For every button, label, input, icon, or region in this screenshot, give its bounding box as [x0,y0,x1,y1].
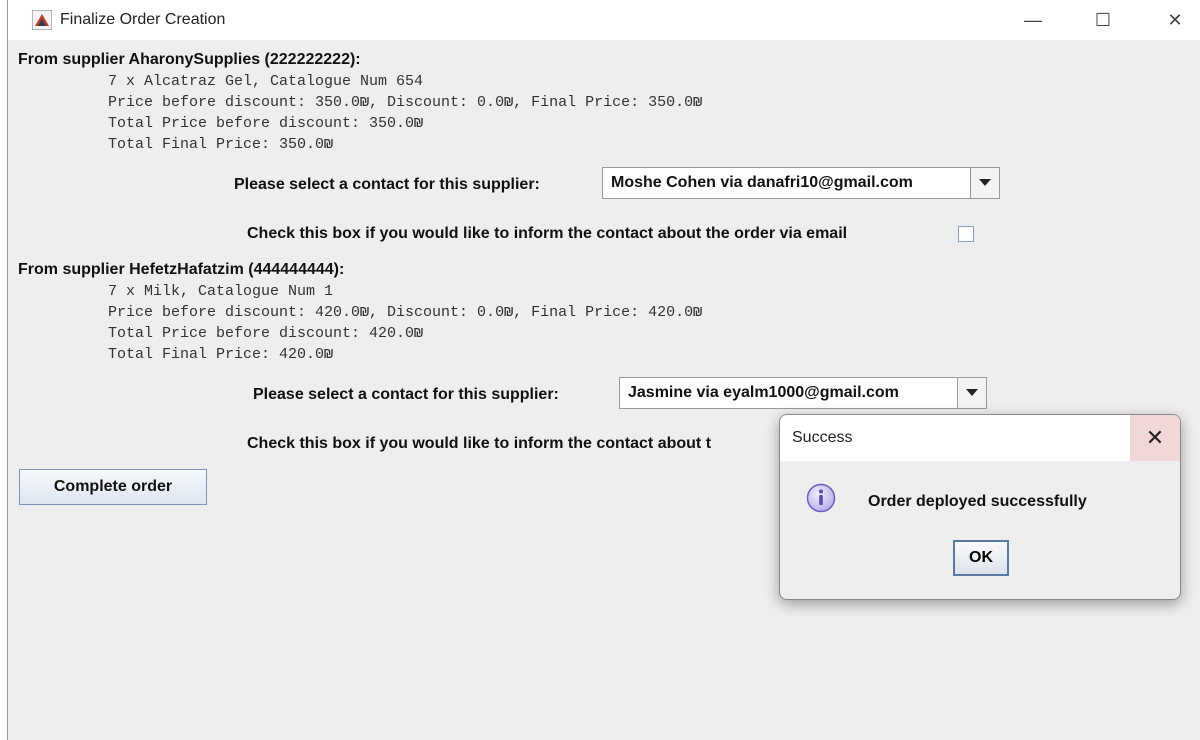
supplier-1-item-line: 7 x Alcatraz Gel, Catalogue Num 654 [108,73,424,90]
supplier-2-email-label: Check this box if you would like to info… [247,435,712,452]
close-window-button[interactable]: ✕ [1152,6,1198,34]
supplier-2-total-final-line: Total Final Price: 420.0₪ [108,346,334,363]
dialog-close-button[interactable]: ✕ [1130,415,1180,461]
supplier-1-header: From supplier AharonySupplies (222222222… [18,51,361,68]
supplier-1-contact-dropdown[interactable]: Moshe Cohen via danafri10@gmail.com [602,167,1000,199]
supplier-2-contact-value: Jasmine via eyalm1000@gmail.com [628,384,899,401]
java-app-icon [32,10,52,30]
title-bar: Finalize Order Creation — ☐ ✕ [8,0,1200,40]
supplier-2-total-before-line: Total Price before discount: 420.0₪ [108,325,424,342]
window-title: Finalize Order Creation [60,11,226,28]
supplier-2-price-line: Price before discount: 420.0₪, Discount:… [108,304,703,321]
supplier-2-contact-dropdown[interactable]: Jasmine via eyalm1000@gmail.com [619,377,987,409]
dialog-title: Success [792,429,853,446]
ok-button[interactable]: OK [953,540,1009,576]
supplier-1-email-checkbox[interactable] [958,226,974,242]
supplier-2-header: From supplier HefetzHafatzim (444444444)… [18,261,345,278]
supplier-1-total-final-line: Total Final Price: 350.0₪ [108,136,334,153]
finalize-order-window: Finalize Order Creation — ☐ ✕ From suppl… [7,0,1200,740]
supplier-1-contact-label: Please select a contact for this supplie… [234,176,540,193]
supplier-2-item-line: 7 x Milk, Catalogue Num 1 [108,283,334,300]
dialog-message: Order deployed successfully [868,493,1087,510]
info-icon [806,483,836,513]
supplier-1-email-label: Check this box if you would like to info… [247,225,848,242]
complete-order-button[interactable]: Complete order [19,469,207,505]
supplier-1-total-before-line: Total Price before discount: 350.0₪ [108,115,424,132]
supplier-1-contact-value: Moshe Cohen via danafri10@gmail.com [611,174,913,191]
maximize-button[interactable]: ☐ [1080,6,1126,34]
supplier-2-contact-label: Please select a contact for this supplie… [253,386,559,403]
dialog-title-bar: Success ✕ [780,415,1180,461]
supplier-1-price-line: Price before discount: 350.0₪, Discount:… [108,94,703,111]
minimize-button[interactable]: — [1010,6,1056,34]
success-dialog: Success ✕ Order deployed successfully OK [779,414,1181,600]
chevron-down-icon[interactable] [970,168,999,198]
chevron-down-icon[interactable] [957,378,986,408]
